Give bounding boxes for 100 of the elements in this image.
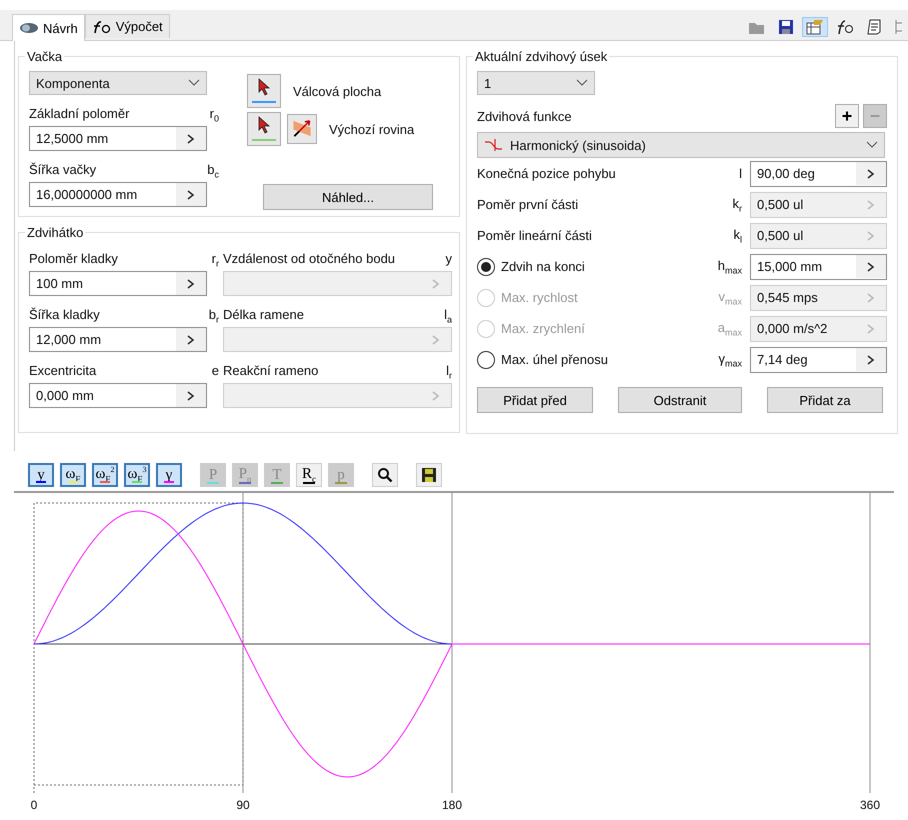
symbol-label: r$_{r}$ xyxy=(212,251,219,269)
chevron-right-icon xyxy=(867,262,875,272)
field-label: Zdvih na konci xyxy=(501,259,586,274)
field-label: Excentricita xyxy=(29,363,96,378)
properties-button[interactable] xyxy=(802,17,828,37)
arrow-button[interactable] xyxy=(856,255,886,278)
save-icon xyxy=(778,19,794,35)
picker-label: Výchozí rovina xyxy=(329,122,414,136)
radio-button[interactable] xyxy=(477,258,495,276)
group-title: Aktuální zdvihový úsek xyxy=(474,49,608,64)
symbol-label: b$_{r}$ xyxy=(208,307,219,325)
symbol-label: r$_{0}$ xyxy=(210,106,219,124)
axis-label: 360 xyxy=(860,798,880,812)
chevron-right-icon xyxy=(187,334,195,344)
chevron-right-icon xyxy=(187,134,195,144)
symbol-label: l xyxy=(739,166,742,181)
group-title: Zdvihátko xyxy=(26,225,84,240)
group-title: Vačka xyxy=(26,49,64,64)
preview-button[interactable]: Náhled... xyxy=(263,184,433,210)
save-icon xyxy=(421,467,437,483)
field-label: Max. zrychlení xyxy=(501,321,586,336)
arrow-button[interactable] xyxy=(176,272,206,295)
tree-icon xyxy=(894,19,904,35)
input-field[interactable]: 12,000 mm xyxy=(29,327,207,352)
chevron-right-icon xyxy=(432,278,440,288)
symbol-label: b$_{c}$ xyxy=(207,162,219,180)
field-label: Poměr první části xyxy=(477,197,580,212)
arrow-button[interactable] xyxy=(176,127,206,150)
field-label: Reakční rameno xyxy=(223,363,318,378)
symbol-label: k$_{l}$ xyxy=(734,226,742,244)
chevron-icon xyxy=(576,79,588,87)
curve-toggle-button[interactable]: R$_{c}$ xyxy=(296,463,322,487)
dropdown[interactable]: 1 xyxy=(477,71,595,95)
chevron-right-icon xyxy=(432,334,440,344)
chevron-right-icon xyxy=(867,200,875,210)
cursor-icon xyxy=(257,78,271,96)
arrow-button[interactable] xyxy=(176,384,206,407)
table-icon xyxy=(806,19,824,35)
select-button[interactable] xyxy=(247,74,281,108)
arrow-button[interactable] xyxy=(856,162,886,185)
axis-label: 90 xyxy=(236,798,250,812)
chevron-right-icon xyxy=(187,390,195,400)
add-button[interactable]: + xyxy=(835,104,859,128)
chevron-icon xyxy=(866,141,878,149)
input-field[interactable]: 15,000 mm xyxy=(750,254,887,280)
field-label: Poloměr kladky xyxy=(29,251,118,266)
chevron-right-icon xyxy=(867,324,875,334)
field-label: Zdvihová funkce xyxy=(477,108,572,124)
chevron-right-icon xyxy=(867,292,875,302)
chevron-right-icon xyxy=(867,354,875,364)
action-button[interactable]: Přidat za xyxy=(767,387,883,413)
chevron-icon xyxy=(188,79,200,87)
field-label: Délka ramene xyxy=(223,307,304,322)
chevron-right-icon xyxy=(867,230,875,240)
symbol-label: y xyxy=(446,251,452,266)
symbol-label: v$_{max}$ xyxy=(718,288,742,306)
symbol-label: a$_{max}$ xyxy=(718,320,742,338)
tab[interactable]: Výpočet xyxy=(84,14,170,38)
arrow-button[interactable] xyxy=(176,328,206,351)
chevron-right-icon xyxy=(432,390,440,400)
field-label: Základní poloměr xyxy=(29,106,130,121)
select-button[interactable] xyxy=(247,112,281,146)
tab[interactable]: Návrh xyxy=(12,14,85,41)
symbol-label: l$_{a}$ xyxy=(444,307,452,325)
arrow-button[interactable] xyxy=(856,348,886,371)
dropdown[interactable]: Komponenta xyxy=(29,71,207,95)
symbol-label: l$_{r}$ xyxy=(446,363,452,381)
input-field[interactable]: 7,14 deg xyxy=(750,346,887,372)
field-label: Vzdálenost od otočného bodu xyxy=(223,251,396,266)
chevron-right-icon xyxy=(867,168,875,178)
notepad-icon xyxy=(866,19,882,35)
field-label: Poměr lineární části xyxy=(477,228,593,243)
action-button[interactable]: Odstranit xyxy=(618,387,742,413)
input-field[interactable]: 90,00 deg xyxy=(750,160,887,186)
input-field[interactable]: 100 mm xyxy=(29,271,207,296)
function-icon xyxy=(836,19,854,35)
cursor-icon xyxy=(257,116,271,134)
action-button[interactable]: Přidat před xyxy=(477,387,593,413)
function-icon xyxy=(92,20,112,34)
input-field[interactable]: 16,00000000 mm xyxy=(29,182,207,207)
zoom-button[interactable] xyxy=(372,463,398,487)
field-label: Max. rychlost xyxy=(501,290,579,305)
input-field[interactable]: 0,000 mm xyxy=(29,383,207,408)
axis-label: 180 xyxy=(442,798,462,812)
dropdown[interactable]: Harmonický (sinusoida) xyxy=(477,132,885,158)
field-label: Max. úhel přenosu xyxy=(501,352,609,367)
arrow-button[interactable] xyxy=(176,183,206,206)
cam-icon xyxy=(19,22,39,34)
save-button[interactable] xyxy=(416,463,442,487)
field-label: Šířka vačky xyxy=(29,162,96,177)
symbol-label: e xyxy=(212,363,219,378)
chevron-right-icon xyxy=(187,278,195,288)
input-field[interactable]: 12,5000 mm xyxy=(29,126,207,151)
chevron-right-icon xyxy=(187,190,195,200)
symbol-label: k$_{r}$ xyxy=(732,196,742,214)
symbol-label: γ$_{max}$ xyxy=(718,350,742,368)
flip-arrow-icon xyxy=(291,118,313,139)
flip-button[interactable] xyxy=(287,114,317,144)
picker-label: Válcová plocha xyxy=(293,84,382,98)
radio-button[interactable] xyxy=(477,350,495,368)
